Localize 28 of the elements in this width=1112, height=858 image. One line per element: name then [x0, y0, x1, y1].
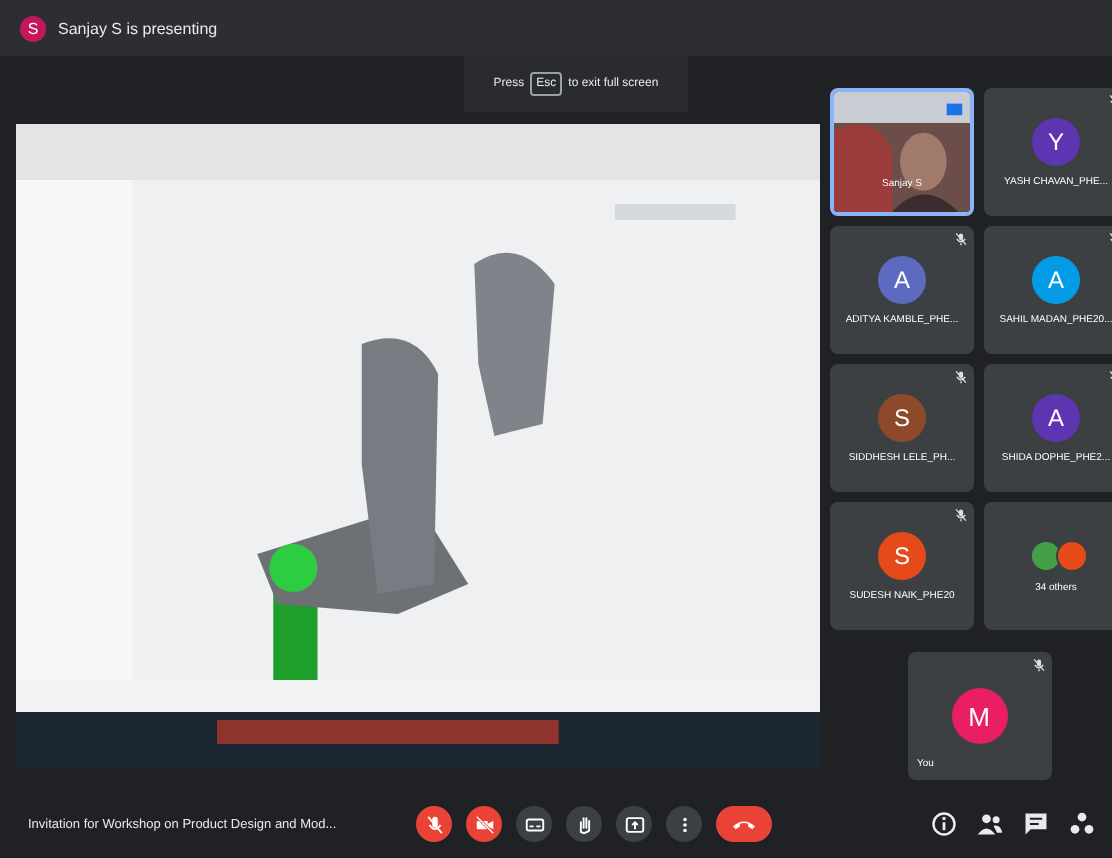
avatar: M: [951, 688, 1007, 744]
activities-icon: [1068, 810, 1096, 838]
avatar: S: [878, 393, 926, 441]
people-button[interactable]: [976, 810, 1004, 838]
camera-button[interactable]: [466, 806, 502, 842]
captions-icon: [523, 813, 545, 835]
presenter-avatar: S: [20, 15, 46, 41]
mic-button[interactable]: [416, 806, 452, 842]
more-button[interactable]: [666, 806, 702, 842]
info-button[interactable]: [930, 810, 958, 838]
hangup-button[interactable]: [716, 806, 772, 842]
avatar: A: [878, 255, 926, 303]
avatar: A: [1032, 255, 1080, 303]
present-button[interactable]: [616, 806, 652, 842]
chat-icon: [1022, 810, 1050, 838]
avatar: Y: [1032, 117, 1080, 165]
camera-off-icon: [473, 813, 495, 835]
present-screen-icon: [623, 813, 645, 835]
activities-button[interactable]: [1068, 810, 1096, 838]
avatar: A: [1032, 393, 1080, 441]
hand-button[interactable]: [566, 806, 602, 842]
info-icon: [930, 810, 958, 838]
avatar: S: [878, 531, 926, 579]
captions-button[interactable]: [516, 806, 552, 842]
mic-off-icon: [423, 813, 445, 835]
people-icon: [976, 810, 1004, 838]
presenting-label: Sanjay S is presenting: [58, 19, 218, 37]
chat-button[interactable]: [1022, 810, 1050, 838]
